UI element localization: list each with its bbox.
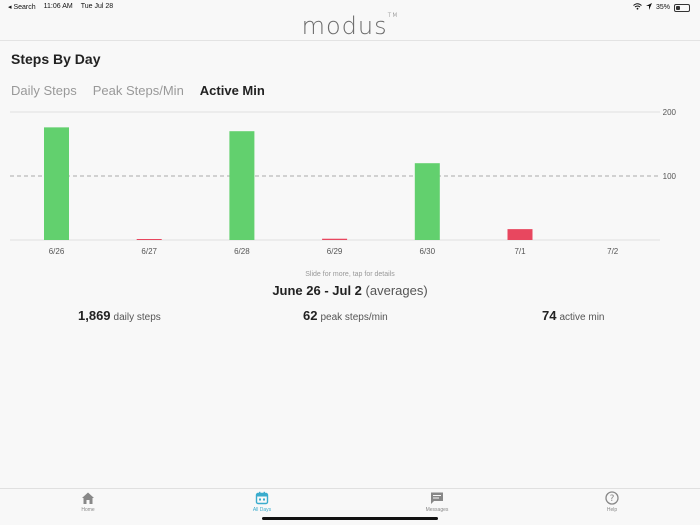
chart-bar[interactable] bbox=[44, 127, 69, 240]
back-to-search-link[interactable]: ◂ Search bbox=[8, 3, 36, 11]
date-range: June 26 - Jul 2 (averages) bbox=[0, 283, 700, 298]
message-icon bbox=[430, 491, 444, 505]
app-logo: modusTM bbox=[0, 12, 700, 40]
date-range-value: June 26 - Jul 2 bbox=[272, 283, 362, 298]
battery-icon bbox=[674, 3, 690, 12]
status-date: Tue Jul 28 bbox=[80, 3, 114, 10]
logo-text: modus bbox=[301, 12, 388, 40]
y-tick-label: 200 bbox=[663, 108, 677, 117]
x-tick-label: 7/1 bbox=[514, 247, 526, 256]
slide-hint: Slide for more, tap for details bbox=[305, 271, 395, 278]
stat-daily-steps: 1,869 daily steps bbox=[78, 308, 161, 323]
stat-label: daily steps bbox=[113, 312, 161, 323]
tab-active-min[interactable]: Active Min bbox=[200, 83, 265, 98]
chart-bar[interactable] bbox=[507, 229, 533, 240]
stat-label: active min bbox=[559, 312, 605, 323]
nav-all-days-label: All Days bbox=[252, 507, 272, 513]
nav-messages-label: Messages bbox=[425, 507, 449, 513]
battery-percent: 35% bbox=[655, 4, 670, 11]
home-icon bbox=[81, 491, 95, 505]
help-icon: ? bbox=[605, 491, 619, 505]
tab-daily-steps[interactable]: Daily Steps bbox=[11, 83, 77, 98]
wifi-icon bbox=[633, 3, 642, 12]
chart-bar[interactable] bbox=[322, 238, 348, 240]
status-time: 11:06 AM bbox=[43, 3, 73, 10]
nav-help-label: Help bbox=[606, 507, 618, 513]
x-tick-label: 6/27 bbox=[141, 247, 157, 256]
location-icon bbox=[645, 3, 652, 12]
x-tick-label: 6/29 bbox=[327, 247, 343, 256]
x-tick-label: 6/30 bbox=[420, 247, 436, 256]
nav-all-days[interactable]: All Days bbox=[232, 491, 292, 513]
chart-bar[interactable] bbox=[229, 131, 255, 240]
svg-text:?: ? bbox=[610, 494, 615, 504]
stat-value: 1,869 bbox=[78, 308, 111, 323]
nav-messages[interactable]: Messages bbox=[407, 491, 467, 513]
nav-help[interactable]: ? Help bbox=[582, 491, 642, 513]
header-divider bbox=[0, 40, 700, 41]
tab-bar: Daily Steps Peak Steps/Min Active Min bbox=[11, 83, 265, 98]
calendar-icon bbox=[255, 491, 269, 505]
y-tick-label: 100 bbox=[663, 172, 677, 181]
chart-bar[interactable] bbox=[136, 239, 162, 240]
stat-value: 62 bbox=[303, 308, 318, 323]
trademark-mark: TM bbox=[387, 12, 399, 19]
x-tick-label: 6/26 bbox=[49, 247, 65, 256]
x-tick-label: 7/2 bbox=[607, 247, 619, 256]
stat-peak-steps: 62 peak steps/min bbox=[303, 308, 388, 323]
stat-active-min: 74 active min bbox=[542, 308, 604, 323]
chart-bar[interactable] bbox=[414, 163, 440, 240]
page-title: Steps By Day bbox=[11, 51, 101, 67]
date-range-suffix: (averages) bbox=[365, 283, 428, 298]
stat-value: 74 bbox=[542, 308, 557, 323]
tab-peak-steps-min[interactable]: Peak Steps/Min bbox=[93, 83, 184, 98]
nav-home[interactable]: Home bbox=[58, 491, 118, 513]
stat-label: peak steps/min bbox=[320, 312, 388, 323]
x-tick-label: 6/28 bbox=[234, 247, 250, 256]
steps-bar-chart[interactable]: 100 200 6/26 6/27 6/28 6/29 6/30 7/1 7/2 bbox=[0, 104, 700, 264]
home-indicator bbox=[262, 517, 438, 520]
nav-home-label: Home bbox=[81, 507, 95, 513]
